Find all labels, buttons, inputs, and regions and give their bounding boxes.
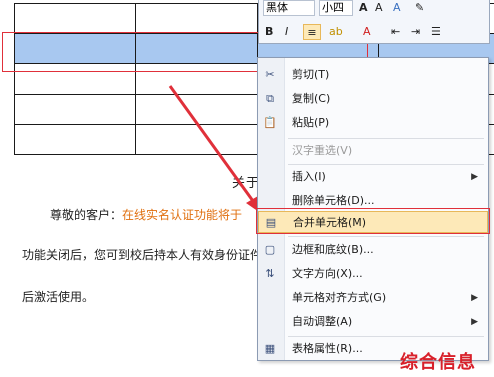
menu-item-label: 单元格对齐方式(G) xyxy=(292,291,387,304)
merge-cells-annotation-box xyxy=(256,208,490,234)
highlight-color-icon[interactable]: ab xyxy=(329,24,343,40)
center-align-icon[interactable]: ≡ xyxy=(303,24,321,40)
menu-item-copy[interactable]: ⧉ 复制(C) xyxy=(258,88,488,110)
paste-icon: 📋 xyxy=(263,116,277,129)
watermark-text: 综合信息 xyxy=(400,352,476,373)
menu-item-cell-alignment[interactable]: 单元格对齐方式(G) ▶ xyxy=(258,287,488,309)
format-painter-icon[interactable]: ✎ xyxy=(415,0,424,16)
shrink-font-button[interactable]: A xyxy=(375,0,383,16)
menu-item-label: 文字方向(X)... xyxy=(292,267,363,280)
menu-item-text-direction[interactable]: ⇅ 文字方向(X)... xyxy=(258,263,488,285)
bullets-icon[interactable]: ☰ xyxy=(431,24,441,40)
text-direction-icon: ⇅ xyxy=(265,267,275,280)
submenu-arrow-icon: ▶ xyxy=(471,293,478,303)
menu-item-borders-shading[interactable]: ▢ 边框和底纹(B)... xyxy=(258,239,488,261)
font-color-button[interactable]: A xyxy=(363,24,371,40)
table-cell[interactable] xyxy=(13,93,137,125)
menu-separator xyxy=(288,138,484,139)
greeting-text: 尊敬的客户： xyxy=(50,208,123,222)
menu-separator xyxy=(288,236,484,237)
menu-item-label: 汉字重选(V) xyxy=(292,144,353,157)
font-size-select[interactable]: 小四 xyxy=(319,0,353,16)
menu-item-paste[interactable]: 📋 粘贴(P) xyxy=(258,112,488,134)
menu-item-label: 边框和底纹(B)... xyxy=(292,243,374,256)
submenu-arrow-icon: ▶ xyxy=(471,172,478,182)
bold-button[interactable]: B xyxy=(265,24,273,40)
borders-icon: ▢ xyxy=(264,243,276,256)
table-cell[interactable] xyxy=(135,2,258,35)
document-heading: 关于 xyxy=(232,176,261,191)
menu-item-cut[interactable]: ✂ 剪切(T) xyxy=(258,64,488,86)
document-paragraph-line3: 后激活使用。 xyxy=(22,290,95,304)
menu-separator xyxy=(288,164,484,165)
menu-item-label: 自动调整(A) xyxy=(292,315,353,328)
menu-item-label: 粘贴(P) xyxy=(292,116,330,129)
mini-toolbar: 黑体 小四 A A A ✎ B I ≡ ab A ⇤ ⇥ ☰ xyxy=(258,0,490,44)
menu-item-label: 复制(C) xyxy=(292,92,331,105)
table-properties-icon: ▦ xyxy=(264,342,276,355)
menu-item-label: 插入(I) xyxy=(292,170,326,183)
document-paragraph-line1: 尊敬的客户：在线实名认证功能将于 xyxy=(50,206,242,223)
highlighted-notice-text: 在线实名认证功能将于 xyxy=(122,208,243,222)
copy-icon: ⧉ xyxy=(266,92,274,105)
styles-icon[interactable]: A xyxy=(393,0,401,16)
menu-item-label: 剪切(T) xyxy=(292,68,330,81)
menu-separator xyxy=(288,336,484,337)
table-cell[interactable] xyxy=(135,93,258,125)
increase-indent-icon[interactable]: ⇥ xyxy=(411,24,420,40)
table-cell[interactable] xyxy=(13,2,137,35)
menu-item-insert[interactable]: 插入(I) ▶ xyxy=(258,166,488,188)
font-name-select[interactable]: 黑体 xyxy=(263,0,315,16)
table-cell[interactable] xyxy=(13,123,137,156)
menu-item-reconvert: 汉字重选(V) xyxy=(258,140,488,162)
table-cell[interactable] xyxy=(135,123,258,156)
scissors-icon: ✂ xyxy=(265,68,275,81)
grow-font-button[interactable]: A xyxy=(359,0,368,16)
submenu-arrow-icon: ▶ xyxy=(471,317,478,327)
decrease-indent-icon[interactable]: ⇤ xyxy=(391,24,400,40)
menu-item-autofit[interactable]: 自动调整(A) ▶ xyxy=(258,311,488,333)
menu-item-label: 删除单元格(D)... xyxy=(292,194,375,207)
italic-button[interactable]: I xyxy=(285,24,288,40)
menu-item-label: 表格属性(R)... xyxy=(292,342,363,355)
document-paragraph-line2: 功能关闭后，您可到校后持本人有效身份证件到 xyxy=(22,248,275,262)
